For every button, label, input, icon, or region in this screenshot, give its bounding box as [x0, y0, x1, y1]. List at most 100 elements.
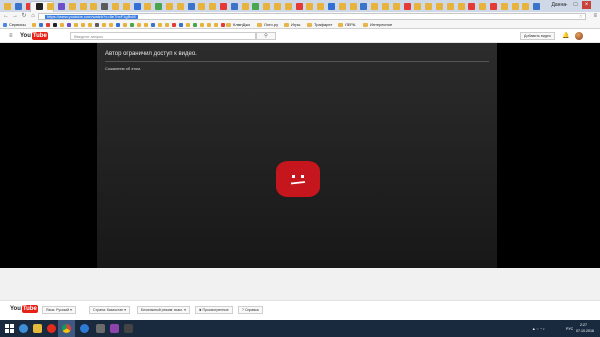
browser-tab[interactable]	[112, 3, 119, 10]
bookmark-icon[interactable]	[186, 23, 190, 27]
bookmark-icon[interactable]	[158, 23, 162, 27]
browser-tab[interactable]	[295, 3, 303, 10]
browser-tab[interactable]	[230, 3, 238, 10]
bookmark-services[interactable]: Сервисы	[9, 22, 26, 27]
browser-tab[interactable]	[144, 3, 152, 10]
help-button[interactable]: ? Справка	[238, 306, 263, 314]
bookmark-icon[interactable]	[130, 23, 134, 27]
bookmark-folder[interactable]: КлмнДжо	[233, 22, 250, 27]
bookmark-icon[interactable]	[32, 23, 36, 27]
browser-tab[interactable]	[328, 3, 335, 10]
clock-time[interactable]: 2:27	[580, 323, 587, 327]
bookmark-folder[interactable]: Интересное	[370, 22, 392, 27]
bookmark-folder[interactable]: Лото.ру	[264, 22, 278, 27]
browser-tab[interactable]	[58, 3, 65, 10]
bookmark-icon[interactable]	[214, 23, 218, 27]
browser-tab[interactable]	[166, 3, 173, 10]
bookmark-icon[interactable]	[172, 23, 176, 27]
app-icon[interactable]	[80, 324, 89, 333]
browser-tab[interactable]	[479, 3, 487, 10]
browser-tab[interactable]	[198, 3, 206, 10]
bookmark-icon[interactable]	[88, 23, 92, 27]
bookmark-icon[interactable]	[179, 23, 183, 27]
url-text[interactable]: https://www.youtube.com/watch?v=8eThxF1g…	[45, 15, 138, 19]
bookmark-icon[interactable]	[144, 23, 148, 27]
back-icon[interactable]: ←	[3, 13, 9, 20]
address-bar[interactable]: https://www.youtube.com/watch?v=8eThxF1g…	[38, 13, 586, 20]
browser-tab[interactable]	[414, 3, 422, 10]
upload-button[interactable]: Добавить видео	[520, 32, 555, 40]
notifications-bell-icon[interactable]: 🔔	[562, 32, 569, 40]
ie-icon[interactable]	[19, 324, 28, 333]
bookmark-icon[interactable]	[95, 23, 99, 27]
bookmark-folder[interactable]: Трафарет	[314, 22, 332, 27]
bookmark-icon[interactable]	[200, 23, 204, 27]
bookmark-icon[interactable]	[67, 23, 71, 27]
windows-start-icon[interactable]	[5, 324, 14, 333]
tray-icons[interactable]: ▲ ◌ ◔ ♪	[532, 327, 545, 331]
browser-tab[interactable]	[263, 3, 271, 10]
app-icon[interactable]	[96, 324, 105, 333]
browser-tab[interactable]	[436, 3, 443, 10]
browser-tab[interactable]	[36, 3, 44, 10]
country-button[interactable]: Страна: Казахстан ▾	[89, 306, 130, 314]
browser-tab[interactable]	[4, 3, 11, 10]
window-close-button[interactable]: ×	[582, 1, 591, 9]
safe-mode-button[interactable]: Безопасный режим: выкл. ▾	[137, 306, 190, 314]
bookmark-icon[interactable]	[74, 23, 78, 27]
browser-tab[interactable]	[349, 3, 357, 10]
browser-tab[interactable]	[533, 3, 541, 10]
input-language[interactable]: РУС	[566, 327, 573, 331]
bookmark-folder[interactable]: Игры	[291, 22, 300, 27]
browser-tab[interactable]	[176, 3, 184, 10]
search-input[interactable]: Введите запрос	[70, 32, 256, 40]
browser-tab[interactable]	[209, 3, 217, 10]
browser-tab[interactable]	[446, 3, 454, 10]
app-icon[interactable]	[110, 324, 119, 333]
browser-tab[interactable]	[457, 3, 465, 10]
maximize-button[interactable]: □	[571, 1, 580, 9]
youtube-logo[interactable]: You Tube	[20, 32, 48, 40]
browser-tab[interactable]	[382, 3, 389, 10]
bookmark-icon[interactable]	[39, 23, 43, 27]
browser-tab[interactable]	[392, 3, 400, 10]
bookmark-icon[interactable]	[60, 23, 64, 27]
bookmark-icon[interactable]	[207, 23, 211, 27]
browser-tab[interactable]	[79, 3, 87, 10]
browser-tab[interactable]	[47, 3, 55, 10]
explorer-icon[interactable]	[33, 324, 42, 333]
browser-tab[interactable]	[500, 3, 508, 10]
bookmark-icon[interactable]	[165, 23, 169, 27]
browser-tab[interactable]	[360, 3, 368, 10]
apps-icon[interactable]	[3, 23, 7, 27]
browser-tab[interactable]	[306, 3, 314, 10]
bookmark-icon[interactable]	[116, 23, 120, 27]
browser-tab[interactable]	[317, 3, 325, 10]
browser-tab[interactable]	[371, 3, 379, 10]
browser-tab[interactable]	[101, 3, 109, 10]
bookmark-icon[interactable]	[81, 23, 85, 27]
browser-tab[interactable]	[122, 3, 130, 10]
home-icon[interactable]: ⌂	[30, 13, 36, 20]
browser-menu-icon[interactable]: ≡	[593, 13, 597, 20]
guide-menu-icon[interactable]: ≡	[9, 33, 13, 39]
bookmark-icon[interactable]	[53, 23, 57, 27]
browser-tab[interactable]	[187, 3, 195, 10]
chrome-icon[interactable]	[62, 324, 71, 333]
browser-tab[interactable]	[241, 3, 249, 10]
bookmark-icon[interactable]	[221, 23, 225, 27]
browser-tab[interactable]	[14, 3, 22, 10]
browser-tab[interactable]	[90, 3, 98, 10]
bookmark-icon[interactable]	[193, 23, 197, 27]
app-icon[interactable]	[124, 324, 133, 333]
avatar[interactable]	[575, 32, 583, 40]
browser-tab[interactable]	[68, 3, 76, 10]
browser-tab[interactable]	[220, 3, 227, 10]
opera-icon[interactable]	[47, 324, 56, 333]
browser-tab[interactable]	[274, 3, 281, 10]
browser-tab[interactable]	[284, 3, 292, 10]
minimize-button[interactable]: –	[561, 1, 570, 9]
browser-tab[interactable]	[522, 3, 530, 10]
clock-date[interactable]: 07.10.2016	[576, 329, 594, 333]
browser-tab[interactable]	[252, 3, 260, 10]
